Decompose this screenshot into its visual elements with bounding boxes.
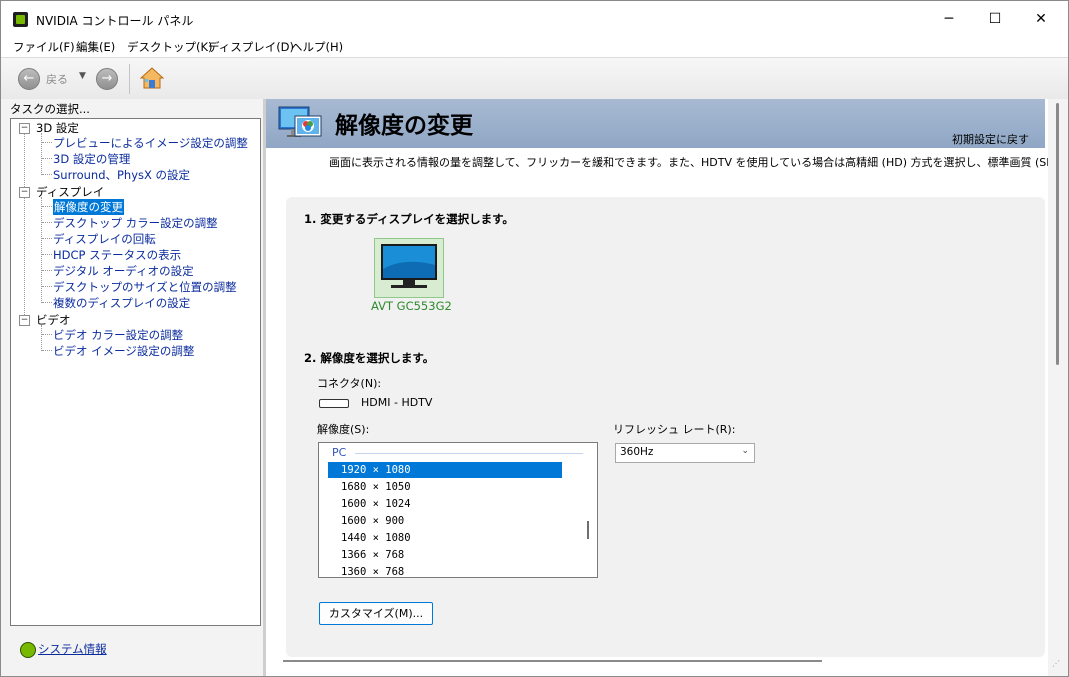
- back-label[interactable]: 戻る: [46, 71, 68, 87]
- maximize-button[interactable]: ☐: [972, 1, 1018, 37]
- menu-display[interactable]: ディスプレイ(D): [208, 39, 294, 55]
- tree-line: [42, 254, 52, 255]
- step1-title: 1. 変更するディスプレイを選択します。: [304, 212, 514, 226]
- refresh-rate-select[interactable]: 360Hz ⌄: [615, 443, 755, 463]
- horizontal-scroll-thumb[interactable]: [283, 660, 822, 662]
- tree-line: [42, 302, 52, 303]
- task-manage-3d-settings[interactable]: 3D 設定の管理: [53, 151, 130, 167]
- system-info-link[interactable]: システム情報: [38, 641, 107, 657]
- task-pane: タスクの選択... − 3D 設定 プレビューによるイメージ設定の調整 3D 設…: [1, 99, 263, 676]
- menu-file[interactable]: ファイル(F): [13, 39, 75, 55]
- history-dropdown-icon[interactable]: ▼: [79, 71, 86, 81]
- category-display[interactable]: ディスプレイ: [36, 184, 104, 200]
- tree-line: [42, 286, 52, 287]
- tree-line: [42, 174, 52, 175]
- task-hdcp-status[interactable]: HDCP ステータスの表示: [53, 247, 181, 263]
- resolution-list-scrollbar[interactable]: [587, 521, 589, 539]
- monitor-icon: [381, 244, 437, 288]
- title-bar: NVIDIA コントロール パネル ─ ☐ ✕: [1, 1, 1068, 37]
- tree-line: [42, 222, 52, 223]
- category-video[interactable]: ビデオ: [36, 312, 71, 328]
- resolution-item[interactable]: 1600 × 1024: [328, 496, 562, 512]
- tree-line: [42, 270, 52, 271]
- resolution-item[interactable]: 1600 × 900: [328, 513, 562, 529]
- nvidia-app-icon: [13, 12, 28, 27]
- tree-line: [41, 197, 42, 303]
- tree-line: [41, 133, 42, 175]
- page-header: 解像度の変更 初期設定に戻す: [266, 99, 1045, 148]
- expand-display-icon[interactable]: −: [19, 187, 30, 198]
- expand-3d-icon[interactable]: −: [19, 123, 30, 134]
- task-video-color[interactable]: ビデオ カラー設定の調整: [53, 327, 183, 343]
- resolution-item[interactable]: 1360 × 768: [328, 564, 562, 577]
- task-desktop-size-position[interactable]: デスクトップのサイズと位置の調整: [53, 279, 237, 295]
- resize-grip-icon[interactable]: ⋰: [1052, 659, 1062, 669]
- task-preview-image-settings[interactable]: プレビューによるイメージ設定の調整: [53, 135, 248, 151]
- task-video-image[interactable]: ビデオ イメージ設定の調整: [53, 343, 194, 359]
- resolution-item[interactable]: 1440 × 1080: [328, 530, 562, 546]
- display-name[interactable]: AVT GC553G2: [371, 299, 452, 313]
- tree-line: [41, 325, 42, 351]
- minimize-button[interactable]: ─: [926, 1, 972, 37]
- resolution-list[interactable]: PC 1920 × 1080 1680 × 1050 1600 × 1024 1…: [318, 442, 598, 578]
- vertical-scroll-thumb[interactable]: [1056, 103, 1059, 365]
- page-title: 解像度の変更: [335, 113, 473, 139]
- tree-line: [42, 206, 52, 207]
- resolution-page-icon: [278, 106, 322, 137]
- menu-bar: ファイル(F) 編集(E) デスクトップ(K) ディスプレイ(D) ヘルプ(H): [1, 37, 1068, 57]
- resolution-item[interactable]: 1680 × 1050: [328, 479, 562, 495]
- resolution-item[interactable]: 1366 × 768: [328, 547, 562, 563]
- tree-line: [24, 133, 25, 323]
- task-digital-audio[interactable]: デジタル オーディオの設定: [53, 263, 194, 279]
- menu-edit[interactable]: 編集(E): [76, 39, 115, 55]
- connector-value: HDMI - HDTV: [361, 396, 433, 409]
- toolbar-separator: [129, 64, 130, 94]
- task-tree: − 3D 設定 プレビューによるイメージ設定の調整 3D 設定の管理 Surro…: [10, 118, 261, 626]
- customize-button[interactable]: カスタマイズ(M)...: [319, 602, 433, 625]
- refresh-rate-label: リフレッシュ レート(R):: [613, 423, 736, 436]
- window-title: NVIDIA コントロール パネル: [36, 14, 194, 28]
- menu-desktop[interactable]: デスクトップ(K): [127, 39, 213, 55]
- back-arrow-icon[interactable]: ←: [18, 68, 40, 90]
- page-description: 画面に表示される情報の量を調整して、フリッカーを緩和できます。また、HDTV を…: [329, 156, 1069, 169]
- hdmi-connector-icon: [319, 399, 349, 408]
- content-pane: 解像度の変更 初期設定に戻す 画面に表示される情報の量を調整して、フリッカーを緩…: [266, 99, 1068, 676]
- tree-line: [42, 238, 52, 239]
- chevron-down-icon: ⌄: [741, 446, 749, 456]
- system-info-icon[interactable]: [20, 642, 36, 658]
- vertical-scrollbar[interactable]: [1048, 99, 1068, 676]
- menu-help[interactable]: ヘルプ(H): [291, 39, 343, 55]
- task-desktop-color[interactable]: デスクトップ カラー設定の調整: [53, 215, 218, 231]
- task-surround-physx[interactable]: Surround、PhysX の設定: [53, 167, 190, 183]
- tree-line: [42, 142, 52, 143]
- toolbar: ← 戻る ▼ →: [1, 57, 1068, 100]
- tree-line: [42, 158, 52, 159]
- task-change-resolution[interactable]: 解像度の変更: [53, 199, 124, 215]
- forward-arrow-icon[interactable]: →: [96, 68, 118, 90]
- app-window: NVIDIA コントロール パネル ─ ☐ ✕ ファイル(F) 編集(E) デス…: [0, 0, 1069, 677]
- task-pane-title: タスクの選択...: [10, 102, 90, 116]
- connector-label: コネクタ(N):: [317, 377, 382, 390]
- expand-video-icon[interactable]: −: [19, 315, 30, 326]
- tree-line: [42, 350, 52, 351]
- step2-title: 2. 解像度を選択します。: [304, 351, 435, 365]
- refresh-rate-value: 360Hz: [620, 446, 654, 458]
- group-divider: [355, 453, 583, 454]
- restore-defaults-link[interactable]: 初期設定に戻す: [952, 131, 1029, 147]
- task-rotate-display[interactable]: ディスプレイの回転: [53, 231, 156, 247]
- display-selector[interactable]: [374, 238, 444, 298]
- tree-line: [42, 334, 52, 335]
- close-button[interactable]: ✕: [1018, 1, 1064, 37]
- resolution-item[interactable]: 1920 × 1080: [328, 462, 562, 478]
- home-icon[interactable]: [140, 67, 164, 89]
- resolution-group-header: PC: [332, 446, 347, 459]
- category-3d-settings[interactable]: 3D 設定: [36, 120, 79, 136]
- task-multiple-displays[interactable]: 複数のディスプレイの設定: [53, 295, 190, 311]
- resolution-label: 解像度(S):: [317, 423, 370, 436]
